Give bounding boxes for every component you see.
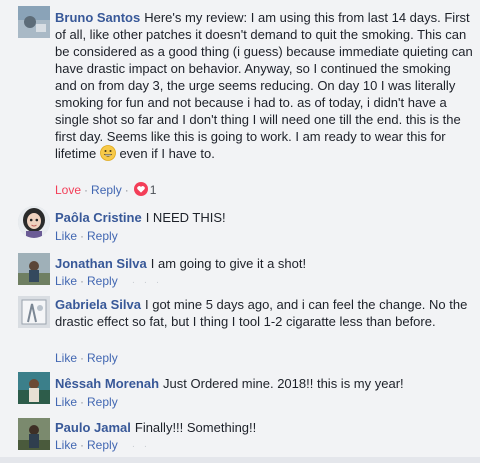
separator-dot: ·	[124, 183, 129, 197]
avatar[interactable]	[18, 418, 50, 450]
separator-dot: ·	[84, 183, 89, 197]
comment-actions: Like · Reply · ·	[55, 437, 150, 455]
avatar[interactable]	[18, 372, 50, 404]
reply-button[interactable]: Reply	[91, 183, 122, 197]
reaction-count[interactable]: 1	[150, 183, 157, 197]
separator-dot: ·	[80, 274, 85, 288]
comment-text: I am going to give it a shot!	[150, 256, 307, 271]
separator-dot: ·	[80, 351, 85, 365]
like-button[interactable]: Like	[55, 395, 77, 409]
comment-author[interactable]: Paulo Jamal	[55, 420, 131, 435]
avatar[interactable]	[18, 296, 50, 328]
like-button[interactable]: Like	[55, 438, 77, 452]
like-button[interactable]: Like	[55, 351, 77, 365]
comment-author[interactable]: Paôla Cristine	[55, 210, 142, 225]
comment-text-end: even if I have to.	[119, 146, 215, 161]
comment-author[interactable]: Jonathan Silva	[55, 256, 147, 271]
next-comment-edge	[0, 457, 480, 463]
faded-marks: · · ·	[131, 277, 163, 288]
love-button[interactable]: Love	[55, 183, 81, 197]
avatar[interactable]	[18, 6, 50, 38]
reply-button[interactable]: Reply	[87, 438, 118, 452]
comment-text: I NEED THIS!	[145, 210, 226, 225]
avatar[interactable]	[18, 206, 50, 238]
separator-dot: ·	[80, 229, 85, 243]
comment-text: Finally!!! Something!!	[134, 420, 257, 435]
reply-button[interactable]: Reply	[87, 274, 118, 288]
comment-author[interactable]: Nêssah Morenah	[55, 376, 159, 391]
comment-actions: Like · Reply	[55, 394, 118, 410]
avatar[interactable]	[18, 253, 50, 285]
separator-dot: ·	[80, 395, 85, 409]
comment-actions: Love · Reply · 1	[55, 182, 156, 200]
comment-text: Just Ordered mine. 2018!! this is my yea…	[163, 376, 404, 391]
heart-icon[interactable]	[133, 182, 148, 200]
reply-button[interactable]: Reply	[87, 395, 118, 409]
separator-dot: ·	[80, 438, 85, 452]
like-button[interactable]: Like	[55, 229, 77, 243]
reply-button[interactable]: Reply	[87, 229, 118, 243]
comment-author[interactable]: Bruno Santos	[55, 10, 140, 25]
comment-actions: Like · Reply · · ·	[55, 273, 162, 291]
comment-author[interactable]: Gabriela Silva	[55, 297, 141, 312]
comment-feed: Bruno Santos Here's my review: I am using…	[0, 0, 480, 463]
grinning-face-icon	[99, 145, 116, 165]
faded-marks: · ·	[131, 441, 151, 452]
like-button[interactable]: Like	[55, 274, 77, 288]
reply-button[interactable]: Reply	[87, 351, 118, 365]
comment-actions: Like · Reply	[55, 228, 118, 244]
comment-actions: Like · Reply	[55, 350, 118, 366]
comment-text: Here's my review: I am using this from l…	[55, 10, 473, 161]
